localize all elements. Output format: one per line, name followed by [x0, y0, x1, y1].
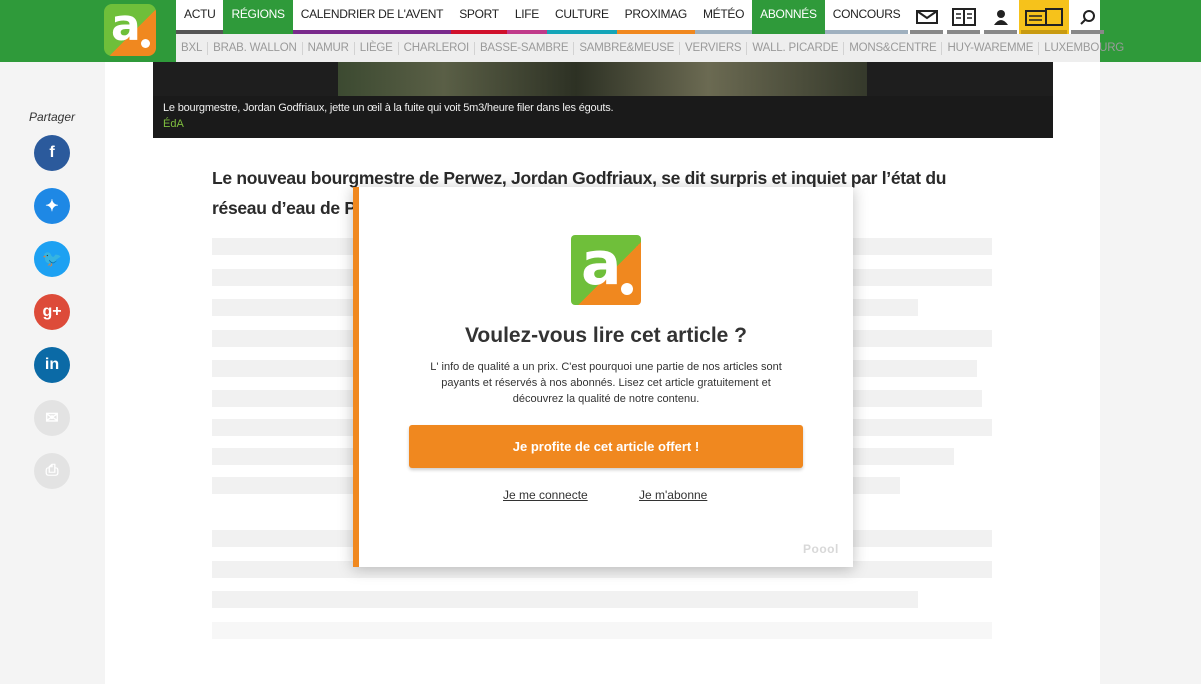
paywall-title: Voulez-vous lire cet article ?: [464, 324, 748, 347]
nav-item-calendrier-de-l-avent[interactable]: CALENDRIER DE L'AVENT: [292, 0, 452, 34]
region-link[interactable]: BXL: [176, 41, 209, 55]
search-icon[interactable]: [1069, 0, 1106, 34]
region-link[interactable]: HUY-WAREMME: [942, 41, 1040, 55]
nav-item-concours[interactable]: CONCOURS: [824, 0, 909, 34]
article-photo: [153, 62, 1053, 96]
nav-item-label: ACTU: [184, 7, 216, 21]
nav-item-label: PROXIMAG: [624, 7, 688, 21]
nav-item-label: CALENDRIER DE L'AVENT: [300, 7, 444, 21]
region-link[interactable]: LUXEMBOURG: [1039, 42, 1129, 55]
share-google-plus-icon[interactable]: g+: [34, 294, 70, 330]
subscribe-link[interactable]: Je m'abonne: [639, 488, 707, 502]
caption-text: Le bourgmestre, Jordan Godfriaux, jette …: [163, 102, 614, 114]
placeholder-line: [212, 591, 918, 608]
region-link[interactable]: BRAB. WALLON: [208, 41, 303, 55]
main-navigation: ACTU RÉGIONS CALENDRIER DE L'AVENT SPORT LIF…: [176, 0, 1124, 62]
logo-letter: a: [111, 4, 141, 51]
nav-item-label: CONCOURS: [832, 7, 901, 21]
nav-item-label: SPORT: [459, 7, 499, 21]
paywall-modal: a Voulez-vous lire cet article ? L' info…: [353, 187, 853, 567]
nav-item-label: RÉGIONS: [231, 7, 285, 21]
nav-item-abonnés[interactable]: ABONNÉS: [752, 0, 825, 34]
share-email-icon[interactable]: ✉: [34, 400, 70, 436]
nav-item-label: LIFE: [514, 7, 539, 21]
paywall-logo: a: [571, 235, 641, 305]
region-link[interactable]: WALL. PICARDE: [747, 41, 845, 55]
login-link[interactable]: Je me connecte: [503, 488, 588, 502]
journal-devices-icon[interactable]: [1019, 0, 1069, 34]
newspaper-icon[interactable]: [945, 0, 982, 34]
region-link[interactable]: BASSE-SAMBRE: [475, 41, 575, 55]
region-link[interactable]: MONS&CENTRE: [844, 41, 943, 55]
region-link[interactable]: CHARLEROI: [399, 41, 475, 55]
share-messenger-icon[interactable]: ✦: [34, 188, 70, 224]
photo-caption: Le bourgmestre, Jordan Godfriaux, jette …: [153, 96, 1053, 138]
region-link[interactable]: SAMBRE&MEUSE: [574, 41, 681, 55]
site-logo[interactable]: a: [104, 4, 156, 56]
envelope-icon[interactable]: [908, 0, 945, 34]
nav-item-label: CULTURE: [554, 7, 609, 21]
share-twitter-icon[interactable]: 🐦: [34, 241, 70, 277]
region-link[interactable]: NAMUR: [303, 41, 355, 55]
region-link[interactable]: LIÈGE: [355, 41, 399, 55]
placeholder-line: [212, 622, 992, 639]
regions-submenu: BXL BRAB. WALLON NAMUR LIÈGE CHARLEROI BASSE-…: [176, 34, 1124, 62]
nav-item-régions[interactable]: RÉGIONS: [223, 0, 293, 34]
share-linkedin-icon[interactable]: in: [34, 347, 70, 383]
user-icon[interactable]: [982, 0, 1019, 34]
caption-credit: ÉdA: [163, 118, 184, 130]
nav-item-météo[interactable]: MÉTÉO: [694, 0, 753, 34]
article-image: [338, 62, 867, 96]
nav-main-menu: ACTU RÉGIONS CALENDRIER DE L'AVENT SPORT LIF…: [176, 0, 909, 34]
nav-item-life[interactable]: LIFE: [506, 0, 547, 34]
nav-item-label: MÉTÉO: [702, 7, 745, 21]
nav-item-proximag[interactable]: PROXIMAG: [616, 0, 695, 34]
poool-logo: Poool: [803, 542, 839, 556]
paywall-text: L' info de qualité a un prix. C'est pour…: [430, 361, 782, 405]
nav-icon-group: [908, 0, 1106, 34]
nav-item-label: ABONNÉS: [760, 7, 817, 21]
nav-item-culture[interactable]: CULTURE: [546, 0, 617, 34]
nav-item-sport[interactable]: SPORT: [451, 0, 507, 34]
region-link[interactable]: VERVIERS: [680, 41, 748, 55]
nav-item-actu[interactable]: ACTU: [176, 0, 224, 34]
share-print-icon[interactable]: ⎙: [34, 453, 70, 489]
share-title: Partager: [29, 110, 76, 124]
share-facebook-icon[interactable]: f: [34, 135, 70, 171]
free-article-button[interactable]: Je profite de cet article offert !: [409, 425, 803, 468]
